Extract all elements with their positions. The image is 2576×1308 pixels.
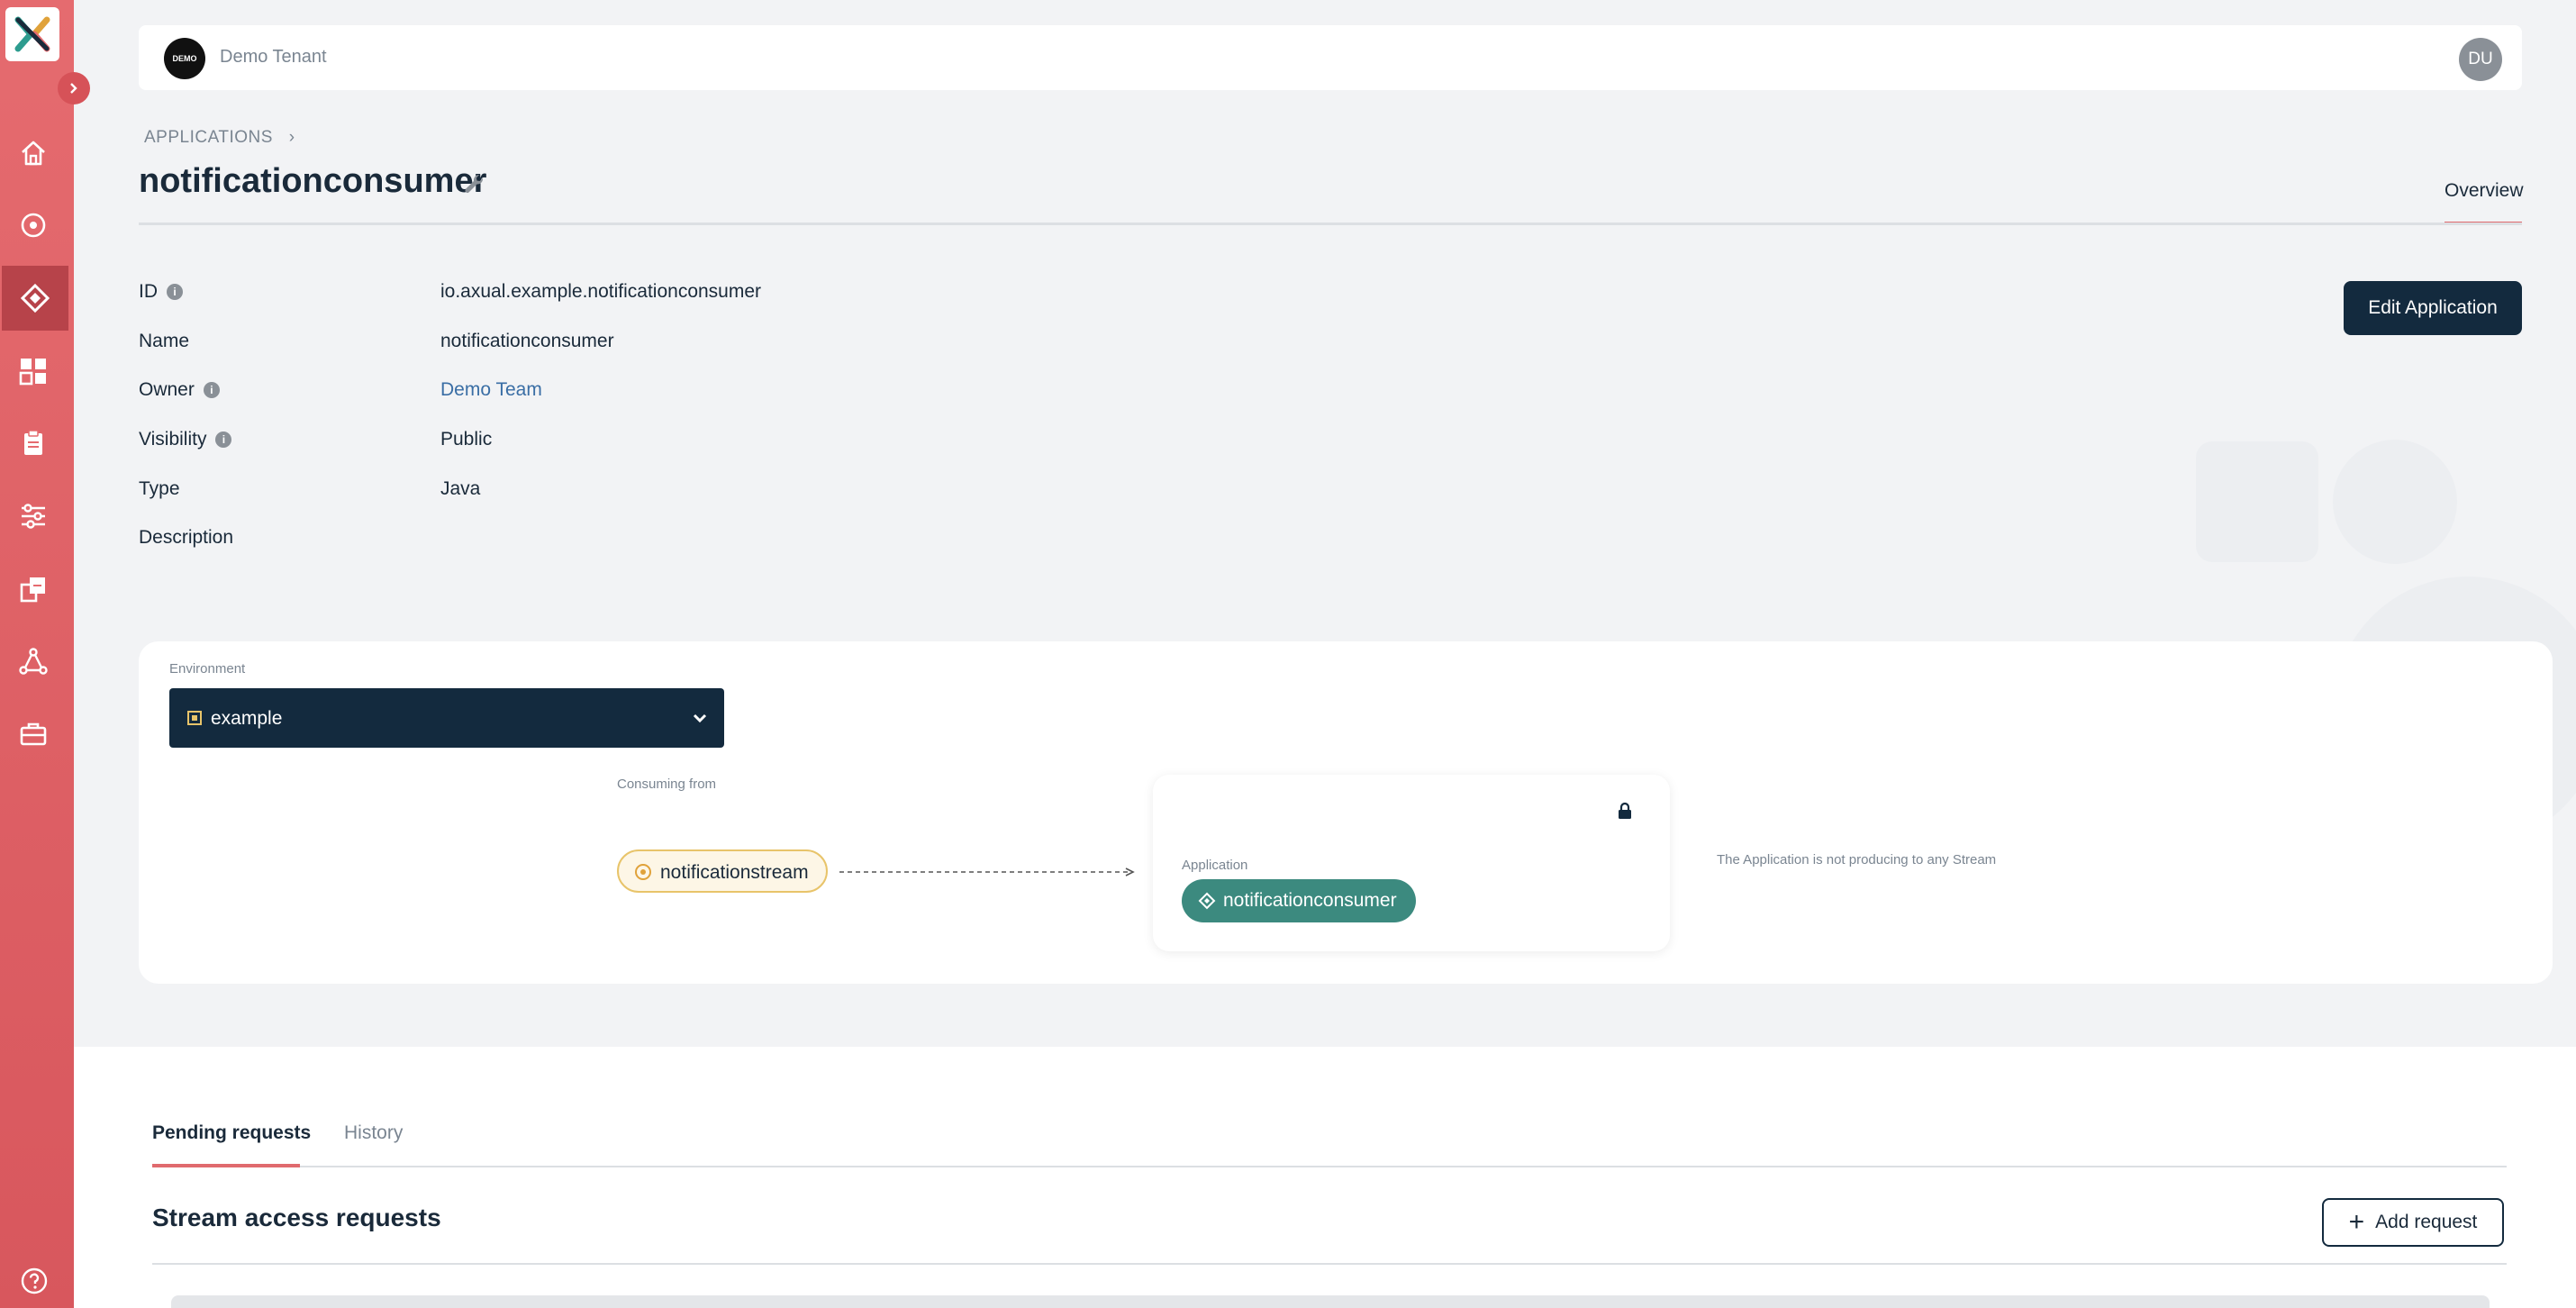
tenant-logo: DEMO: [164, 38, 205, 79]
stream-chip[interactable]: notificationstream: [617, 849, 828, 893]
axual-logo-icon: [14, 16, 50, 52]
tab-active-indicator: [152, 1164, 300, 1167]
breadcrumb-applications[interactable]: APPLICATIONS: [144, 128, 273, 147]
visibility-label-text: Visibility: [139, 429, 207, 450]
tab-overview[interactable]: Overview: [2444, 180, 2524, 202]
wrench-icon[interactable]: [461, 171, 486, 196]
edit-application-button[interactable]: Edit Application: [2344, 281, 2522, 335]
streams-icon: [21, 213, 46, 238]
environment-label: Environment: [169, 661, 246, 677]
application-label: Application: [1182, 858, 1248, 873]
info-icon[interactable]: i: [167, 284, 183, 301]
add-request-button[interactable]: + Add request: [2322, 1198, 2504, 1247]
sidebar-item-streams[interactable]: [0, 193, 67, 258]
lock-icon: [1619, 802, 1631, 819]
producing-note: The Application is not producing to any …: [1717, 852, 1997, 867]
sidebar-item-applications[interactable]: [2, 266, 68, 331]
stream-connector-arrow: [839, 867, 1135, 877]
sidebar-item-home[interactable]: [0, 121, 67, 186]
detail-type-value: Java: [440, 478, 481, 499]
stream-icon: [635, 864, 651, 880]
detail-name-value: notificationconsumer: [440, 331, 614, 351]
settings-sliders-icon: [22, 504, 45, 529]
network-icon: [19, 648, 48, 675]
sidebar-item-toolbox[interactable]: [0, 702, 67, 767]
help-icon[interactable]: [20, 1267, 49, 1295]
clipboard-icon: [24, 430, 42, 455]
detail-owner-label: Owner i: [139, 379, 220, 401]
detail-description-label: Description: [139, 527, 234, 548]
tab-pending-requests[interactable]: Pending requests: [152, 1122, 311, 1144]
application-chip-name: notificationconsumer: [1223, 890, 1397, 911]
detail-visibility-value: Public: [440, 429, 493, 450]
chevron-right-icon: [70, 83, 77, 94]
environment-select[interactable]: example: [169, 688, 724, 748]
decorative-shape: [2196, 441, 2318, 562]
sidebar-item-clipboard[interactable]: [0, 411, 67, 476]
id-label-text: ID: [139, 281, 158, 302]
sidebar-item-copy[interactable]: [0, 557, 67, 622]
plus-icon: +: [2348, 1207, 2365, 1237]
stream-name: notificationstream: [660, 862, 809, 883]
detail-visibility-label: Visibility i: [139, 429, 232, 450]
requests-section: Pending requests History Stream access r…: [74, 1047, 2576, 1308]
divider: [139, 223, 2522, 225]
app-logo[interactable]: [5, 7, 59, 61]
environment-card: Environment example Consuming from notif…: [139, 641, 2553, 984]
home-icon: [22, 141, 45, 166]
detail-id-label: ID i: [139, 281, 183, 303]
environment-selected-value: example: [211, 708, 283, 729]
detail-type-label: Type: [139, 478, 180, 499]
top-bar: DEMO Demo Tenant DU: [139, 25, 2522, 90]
chevron-down-icon: [693, 713, 707, 723]
environment-icon: [187, 711, 202, 725]
breadcrumb: APPLICATIONS ›: [144, 128, 295, 148]
sidebar: [0, 0, 90, 1308]
divider: [152, 1166, 2507, 1167]
page-title: notificationconsumer: [139, 162, 487, 200]
owner-label-text: Owner: [139, 379, 195, 400]
tab-history[interactable]: History: [344, 1122, 403, 1144]
add-request-label: Add request: [2375, 1212, 2478, 1232]
requests-table-header: [171, 1295, 2490, 1308]
application-icon: [1198, 892, 1216, 910]
tenant-name: Demo Tenant: [220, 47, 327, 67]
info-icon[interactable]: i: [203, 382, 220, 399]
sidebar-item-dashboard[interactable]: [0, 339, 67, 404]
divider: [152, 1263, 2507, 1265]
application-chip[interactable]: notificationconsumer: [1182, 879, 1416, 922]
sidebar-item-network[interactable]: [0, 629, 67, 694]
application-node-card: Application notificationconsumer: [1153, 775, 1670, 951]
toolbox-icon: [20, 722, 47, 746]
dashboard-icon: [19, 359, 46, 386]
detail-owner-link[interactable]: Demo Team: [440, 379, 542, 401]
sidebar-item-settings[interactable]: [0, 484, 67, 549]
decorative-shape: [2333, 440, 2457, 564]
consuming-from-label: Consuming from: [617, 777, 717, 792]
chevron-right-icon: ›: [288, 128, 295, 147]
user-avatar[interactable]: DU: [2459, 38, 2502, 81]
detail-name-label: Name: [139, 331, 190, 351]
section-title: Stream access requests: [152, 1204, 441, 1231]
sidebar-collapse-button[interactable]: [58, 72, 90, 104]
info-icon[interactable]: i: [215, 431, 232, 449]
detail-id-value: io.axual.example.notificationconsumer: [440, 281, 762, 302]
applications-icon: [20, 283, 50, 313]
copy-icon: [20, 577, 45, 603]
